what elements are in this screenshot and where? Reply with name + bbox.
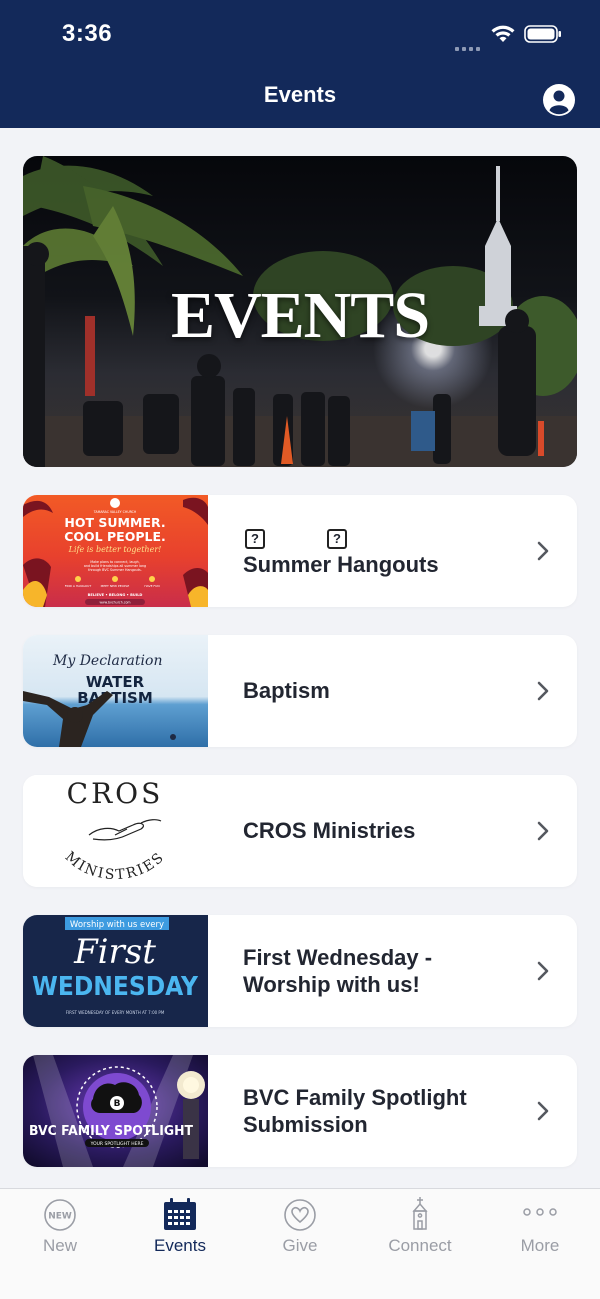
tab-connect[interactable]: Connect (360, 1189, 480, 1299)
thumb-icon-label: FIND A HANGOUT (65, 584, 92, 588)
hero-title: EVENTS (170, 279, 430, 352)
missing-glyph-icon: ? (327, 529, 347, 549)
thumb-icon-label: MEET NEW PEOPLE (101, 584, 130, 588)
event-thumbnail: Worship with us every First WEDNESDAY FI… (23, 915, 208, 1027)
thumb-line1: HOT SUMMER. (64, 515, 165, 530)
event-card-bvc-family-spotlight[interactable]: B BVC FAMILY SPOTLIGHT YOUR SPOTLIGHT HE… (23, 1055, 577, 1167)
tab-new[interactable]: NEW New (0, 1189, 120, 1299)
event-thumbnail: My Declaration WATER BAPTISM (23, 635, 208, 747)
tab-label: Connect (388, 1236, 452, 1255)
chevron-right-icon (537, 961, 549, 981)
event-card-summer-hangouts[interactable]: TAMARAC VALLEY CHURCH HOT SUMMER. COOL P… (23, 495, 577, 607)
thumb-motto: BELIEVE • BELONG • BUILD (88, 593, 143, 597)
thumb-line2: WEDNESDAY (32, 972, 199, 1002)
cellular-signal-icon (455, 38, 483, 51)
status-time: 3:36 (62, 20, 113, 47)
new-badge-text: NEW (48, 1212, 72, 1222)
chevron-right-icon (537, 821, 549, 841)
thumb-footer: FIRST WEDNESDAY OF EVERY MONTH AT 7:00 P… (66, 1010, 165, 1015)
event-title-line: First Wednesday - (243, 945, 433, 970)
chevron-right-icon (537, 1101, 549, 1121)
tab-label: Give (282, 1236, 318, 1255)
event-title-line: Worship with us! (243, 972, 420, 997)
wifi-icon (491, 25, 515, 42)
page-title: Events (263, 82, 337, 107)
event-title: Baptism (243, 678, 330, 703)
tab-label: Events (154, 1236, 206, 1255)
event-title-line: BVC Family Spotlight (243, 1085, 467, 1110)
svg-text:through BVC Summer Hangouts.: through BVC Summer Hangouts. (88, 568, 142, 572)
event-card-first-wednesday[interactable]: Worship with us every First WEDNESDAY FI… (23, 915, 577, 1027)
svg-text:B: B (114, 1099, 121, 1109)
more-dots-icon (523, 1208, 557, 1216)
heart-icon (284, 1199, 316, 1231)
thumb-line2: YOUR SPOTLIGHT HERE (90, 1141, 144, 1147)
thumb-top-text: CROS (67, 777, 164, 810)
bottom-tab-bar: NEW New Events Give Connect More (0, 1188, 600, 1299)
battery-icon (524, 25, 561, 43)
chevron-right-icon (537, 541, 549, 561)
thumb-line2: COOL PEOPLE. (64, 529, 165, 544)
thumb-line1: My Declaration (52, 653, 162, 669)
thumb-banner: Worship with us every (70, 920, 164, 930)
tab-give[interactable]: Give (240, 1189, 360, 1299)
events-hero-banner[interactable]: EVENTS (23, 156, 577, 467)
thumb-church-name: TAMARAC VALLEY CHURCH (93, 510, 137, 514)
thumb-line1: First (73, 932, 156, 972)
event-thumbnail: CROS MINISTRIES (23, 775, 208, 887)
event-title: CROS Ministries (243, 818, 416, 843)
thumb-line1: BVC FAMILY SPOTLIGHT (29, 1124, 193, 1139)
tab-events[interactable]: Events (120, 1189, 240, 1299)
thumb-line3: Life is better together! (68, 545, 162, 554)
event-title: BVC Family Spotlight Submission (243, 1084, 533, 1138)
church-icon (412, 1197, 428, 1230)
tab-label: More (520, 1236, 560, 1255)
thumb-icon-label: HAVE FUN (144, 584, 159, 588)
event-thumbnail: TAMARAC VALLEY CHURCH HOT SUMMER. COOL P… (23, 495, 208, 607)
event-thumbnail: B BVC FAMILY SPOTLIGHT YOUR SPOTLIGHT HE… (23, 1055, 208, 1167)
event-card-cros-ministries[interactable]: CROS MINISTRIES CROS Ministries (23, 775, 577, 887)
profile-icon[interactable] (542, 83, 576, 117)
tab-more[interactable]: More (480, 1189, 600, 1299)
event-title-line: Submission (243, 1112, 368, 1137)
missing-glyph-icon: ? (245, 529, 265, 549)
thumb-url: www.bvchurch.com (99, 601, 130, 605)
chevron-right-icon (537, 681, 549, 701)
tab-label: New (42, 1236, 77, 1255)
app-header: 3:36 Events (0, 0, 600, 128)
event-title: First Wednesday - Worship with us! (243, 944, 533, 998)
new-badge-icon: NEW (44, 1199, 76, 1231)
event-title: Summer Hangouts (243, 552, 439, 577)
calendar-icon (164, 1198, 196, 1230)
event-card-baptism[interactable]: My Declaration WATER BAPTISM Baptism (23, 635, 577, 747)
missing-glyph-row: ?? (245, 529, 409, 549)
